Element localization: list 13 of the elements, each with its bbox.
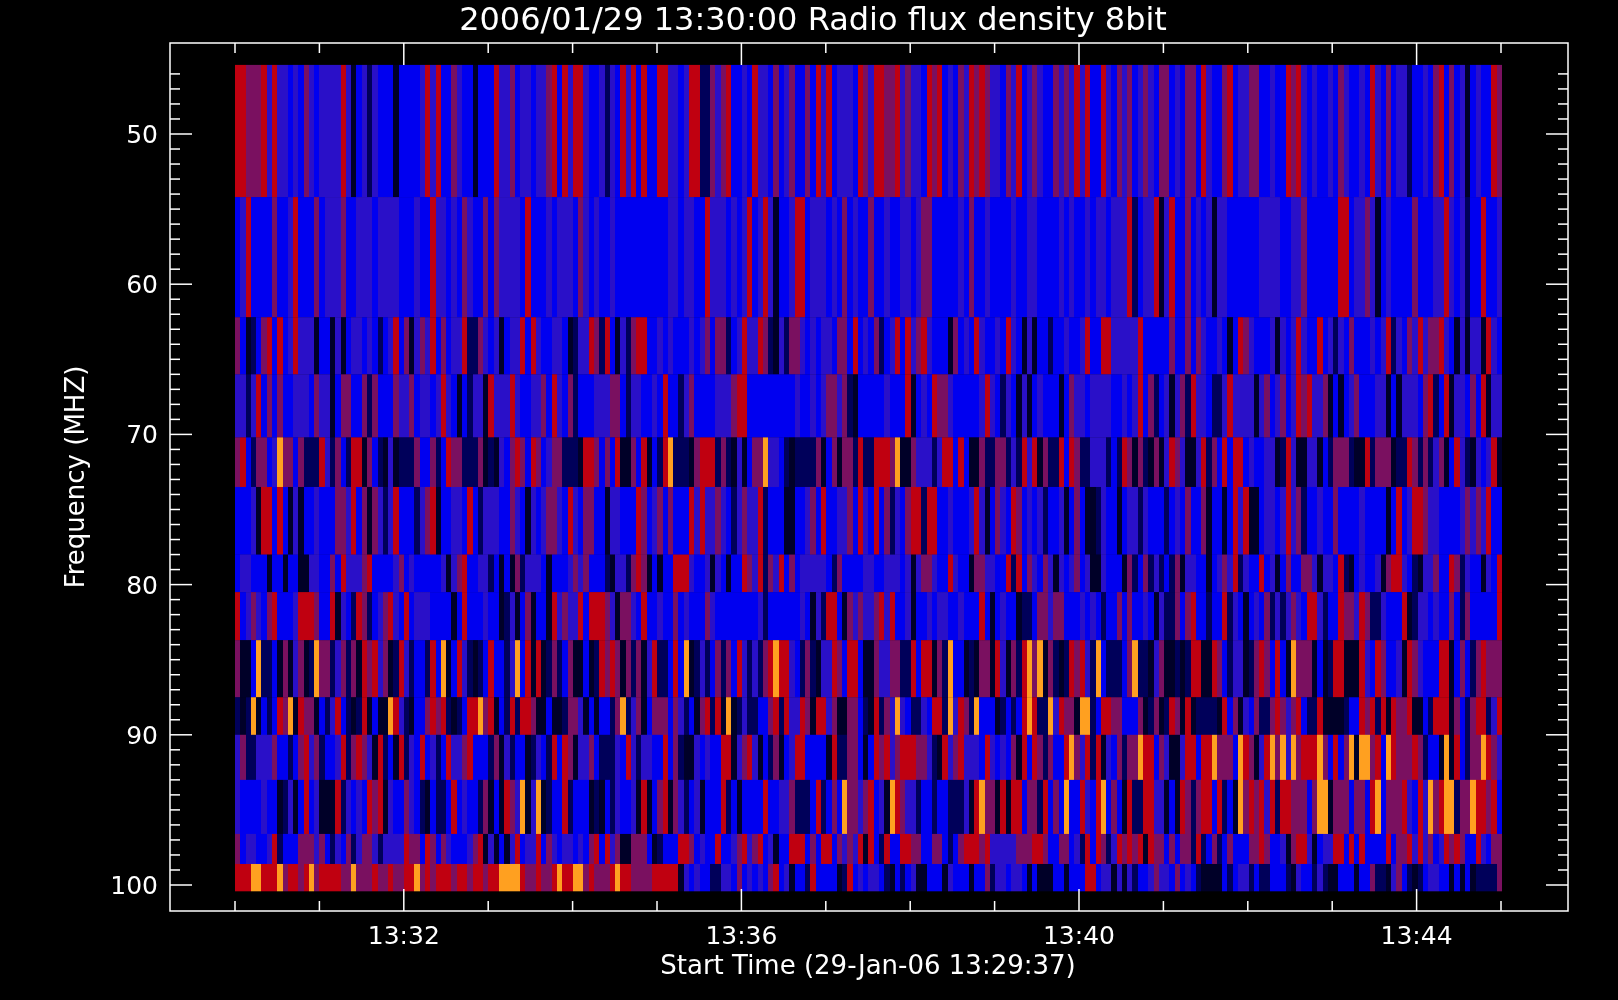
y-axis-label: Frequency (MHZ) bbox=[60, 365, 90, 589]
y-tick-label: 80 bbox=[126, 570, 158, 600]
x-tick-label: 13:36 bbox=[705, 921, 778, 950]
y-tick-label: 100 bbox=[110, 871, 158, 900]
x-tick-label: 13:40 bbox=[1043, 921, 1115, 950]
x-axis-label: Start Time (29-Jan-06 13:29:37) bbox=[660, 950, 1076, 980]
y-tick-label: 60 bbox=[126, 270, 158, 300]
y-tick-label: 90 bbox=[126, 720, 158, 750]
chart-title: 2006/01/29 13:30:00 Radio flux density 8bit bbox=[459, 0, 1167, 38]
x-tick-label: 13:32 bbox=[367, 921, 440, 950]
y-tick-label: 50 bbox=[126, 120, 158, 149]
y-tick-label: 70 bbox=[126, 420, 158, 450]
x-tick-label: 13:44 bbox=[1380, 921, 1453, 950]
